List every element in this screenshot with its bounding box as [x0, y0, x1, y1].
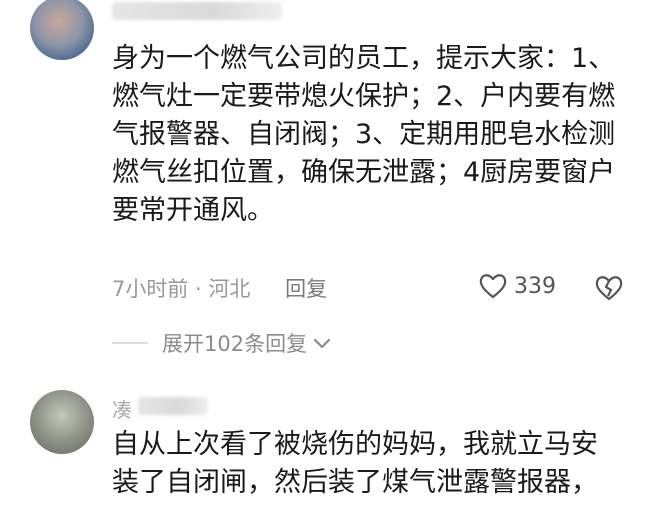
expand-label: 展开102条回复 — [162, 332, 308, 356]
time-location: 7小时前 · 河北 — [112, 277, 251, 301]
chevron-down-icon — [313, 331, 331, 355]
username-blurred[interactable] — [112, 2, 282, 20]
reply-button[interactable]: 回复 — [285, 277, 327, 301]
avatar[interactable] — [30, 390, 94, 454]
comment-text: 身为一个燃气公司的员工，提示大家：1、 燃气灶一定要带熄火保护；2、户内要有燃 … — [112, 43, 616, 226]
dislike-button[interactable] — [594, 274, 624, 302]
avatar[interactable] — [30, 0, 94, 60]
like-button[interactable]: 339 — [478, 272, 556, 300]
comment-text: 自从上次看了被烧伤的妈妈，我就立马安 装了自闭闸，然后装了煤气泄露警报器， — [112, 429, 598, 498]
like-count: 339 — [514, 273, 556, 299]
divider-line — [112, 342, 148, 344]
expand-replies-button[interactable]: 展开102条回复 — [112, 328, 331, 358]
broken-heart-icon — [594, 274, 624, 302]
comment-meta: 7小时前 · 河北 回复 — [112, 274, 327, 304]
heart-outline-icon — [478, 272, 508, 300]
username-visible-char[interactable]: 凑 — [112, 394, 132, 423]
username-blurred[interactable] — [138, 397, 208, 415]
